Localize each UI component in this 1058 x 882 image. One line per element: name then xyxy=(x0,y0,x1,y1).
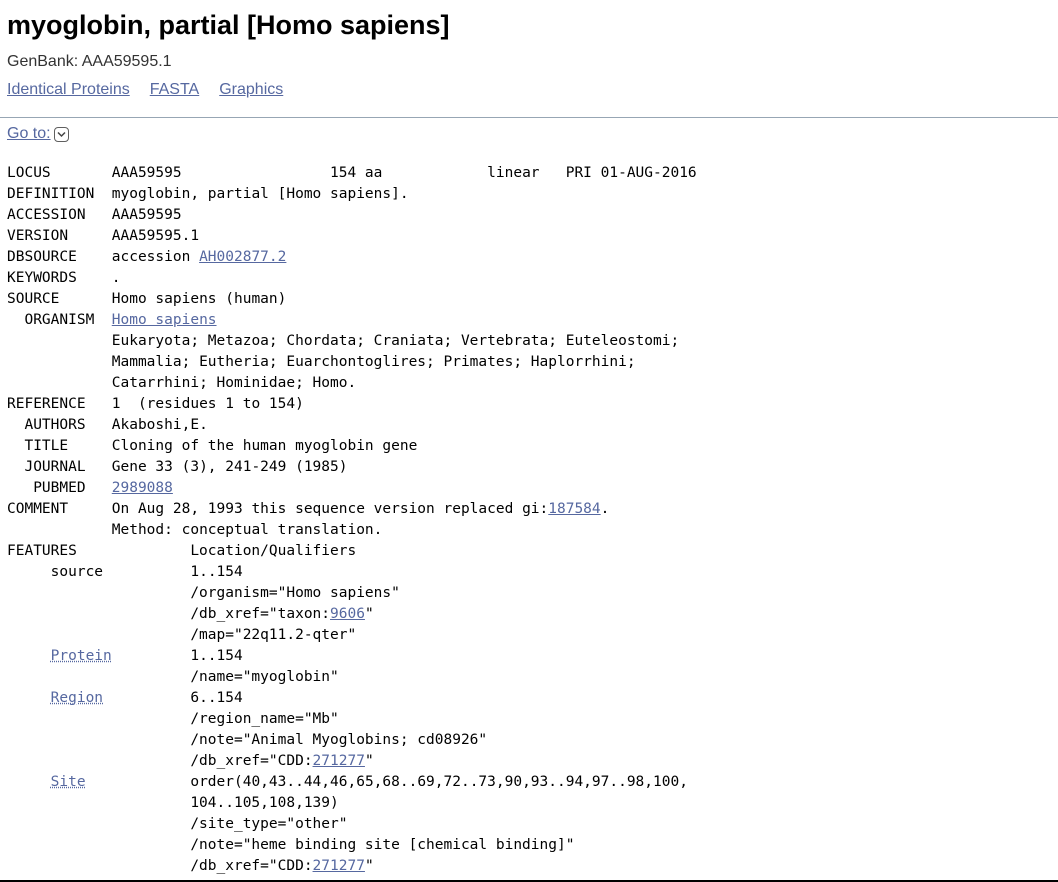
dbsource-link[interactable]: AH002877.2 xyxy=(199,249,286,265)
feature-key-source: source xyxy=(50,564,104,580)
feature-key-region[interactable]: Region xyxy=(51,690,103,706)
reference-value: 1 (residues 1 to 154) xyxy=(111,396,304,412)
feature-qualifier-suffix: " xyxy=(364,858,374,874)
format-links: Identical Proteins FASTA Graphics xyxy=(7,79,303,101)
feature-qualifier-suffix: " xyxy=(364,753,374,769)
feature-qualifier: /name="myoglobin" xyxy=(190,669,339,685)
cdd-link[interactable]: 271277 xyxy=(313,753,365,769)
feature-qualifier: /site_type="other" xyxy=(190,816,348,832)
lineage-line: Mammalia; Eutheria; Euarchontoglires; Pr… xyxy=(111,354,636,370)
cdd-link[interactable]: 271277 xyxy=(313,858,365,874)
ref-title-value: Cloning of the human myoglobin gene xyxy=(111,438,418,454)
source-value: Homo sapiens (human) xyxy=(111,291,287,307)
definition-value: myoglobin, partial [Homo sapiens]. xyxy=(111,186,409,202)
lineage-line: Eukaryota; Metazoa; Chordata; Craniata; … xyxy=(111,333,680,349)
comment-suffix: . xyxy=(600,501,610,517)
genbank-accession: GenBank: AAA59595.1 xyxy=(7,53,172,70)
journal-value: Gene 33 (3), 241-249 (1985) xyxy=(111,459,348,475)
feature-qualifier: /note="heme binding site [chemical bindi… xyxy=(190,837,575,853)
feature-qualifier: /db_xref="taxon: xyxy=(190,606,331,622)
feature-location: 104..105,108,139) xyxy=(190,795,339,811)
graphics-link[interactable]: Graphics xyxy=(219,81,283,98)
authors-value: Akaboshi,E. xyxy=(111,417,208,433)
feature-qualifier: /note="Animal Myoglobins; cd08926" xyxy=(190,732,488,748)
feature-location: order(40,43..44,46,65,68..69,72..73,90,9… xyxy=(190,774,688,790)
feature-qualifier-suffix: " xyxy=(364,606,374,622)
feature-key-protein[interactable]: Protein xyxy=(51,648,112,664)
locus-value: AAA59595 154 aa linear PRI 01-AUG-2016 xyxy=(111,165,697,181)
features-header: Location/Qualifiers xyxy=(190,543,357,559)
dbsource-prefix: accession xyxy=(111,249,200,265)
feature-qualifier: /organism="Homo sapiens" xyxy=(190,585,400,601)
goto-link[interactable]: Go to: xyxy=(7,124,51,144)
feature-location: 6..154 xyxy=(190,690,243,706)
feature-qualifier: /region_name="Mb" xyxy=(190,711,339,727)
organism-link[interactable]: Homo sapiens xyxy=(112,312,217,328)
goto-menu: Go to: xyxy=(7,124,69,144)
fasta-link[interactable]: FASTA xyxy=(150,81,200,98)
header-divider xyxy=(0,117,1058,118)
feature-qualifier: /db_xref="CDD: xyxy=(190,858,313,874)
feature-key-site[interactable]: Site xyxy=(51,774,86,790)
genbank-record: LOCUS AAA59595 154 aa linear PRI 01-AUG-… xyxy=(7,165,697,874)
keywords-value: . xyxy=(111,270,121,286)
lineage-line: Catarrhini; Hominidae; Homo. xyxy=(111,375,357,391)
pubmed-link[interactable]: 2989088 xyxy=(112,480,173,496)
feature-qualifier: /map="22q11.2-qter" xyxy=(190,627,357,643)
comment-gi-link[interactable]: 187584 xyxy=(548,501,600,517)
version-value: AAA59595.1 xyxy=(111,228,200,244)
chevron-down-icon[interactable] xyxy=(53,126,69,142)
feature-location: 1..154 xyxy=(190,564,243,580)
page-title: myoglobin, partial [Homo sapiens] xyxy=(7,10,450,40)
identical-proteins-link[interactable]: Identical Proteins xyxy=(7,81,130,98)
taxon-link[interactable]: 9606 xyxy=(330,606,365,622)
comment-prefix: On Aug 28, 1993 this sequence version re… xyxy=(111,501,549,517)
accession-value: AAA59595 xyxy=(111,207,182,223)
feature-location: 1..154 xyxy=(190,648,243,664)
feature-qualifier: /db_xref="CDD: xyxy=(190,753,313,769)
comment-line2: Method: conceptual translation. xyxy=(111,522,383,538)
